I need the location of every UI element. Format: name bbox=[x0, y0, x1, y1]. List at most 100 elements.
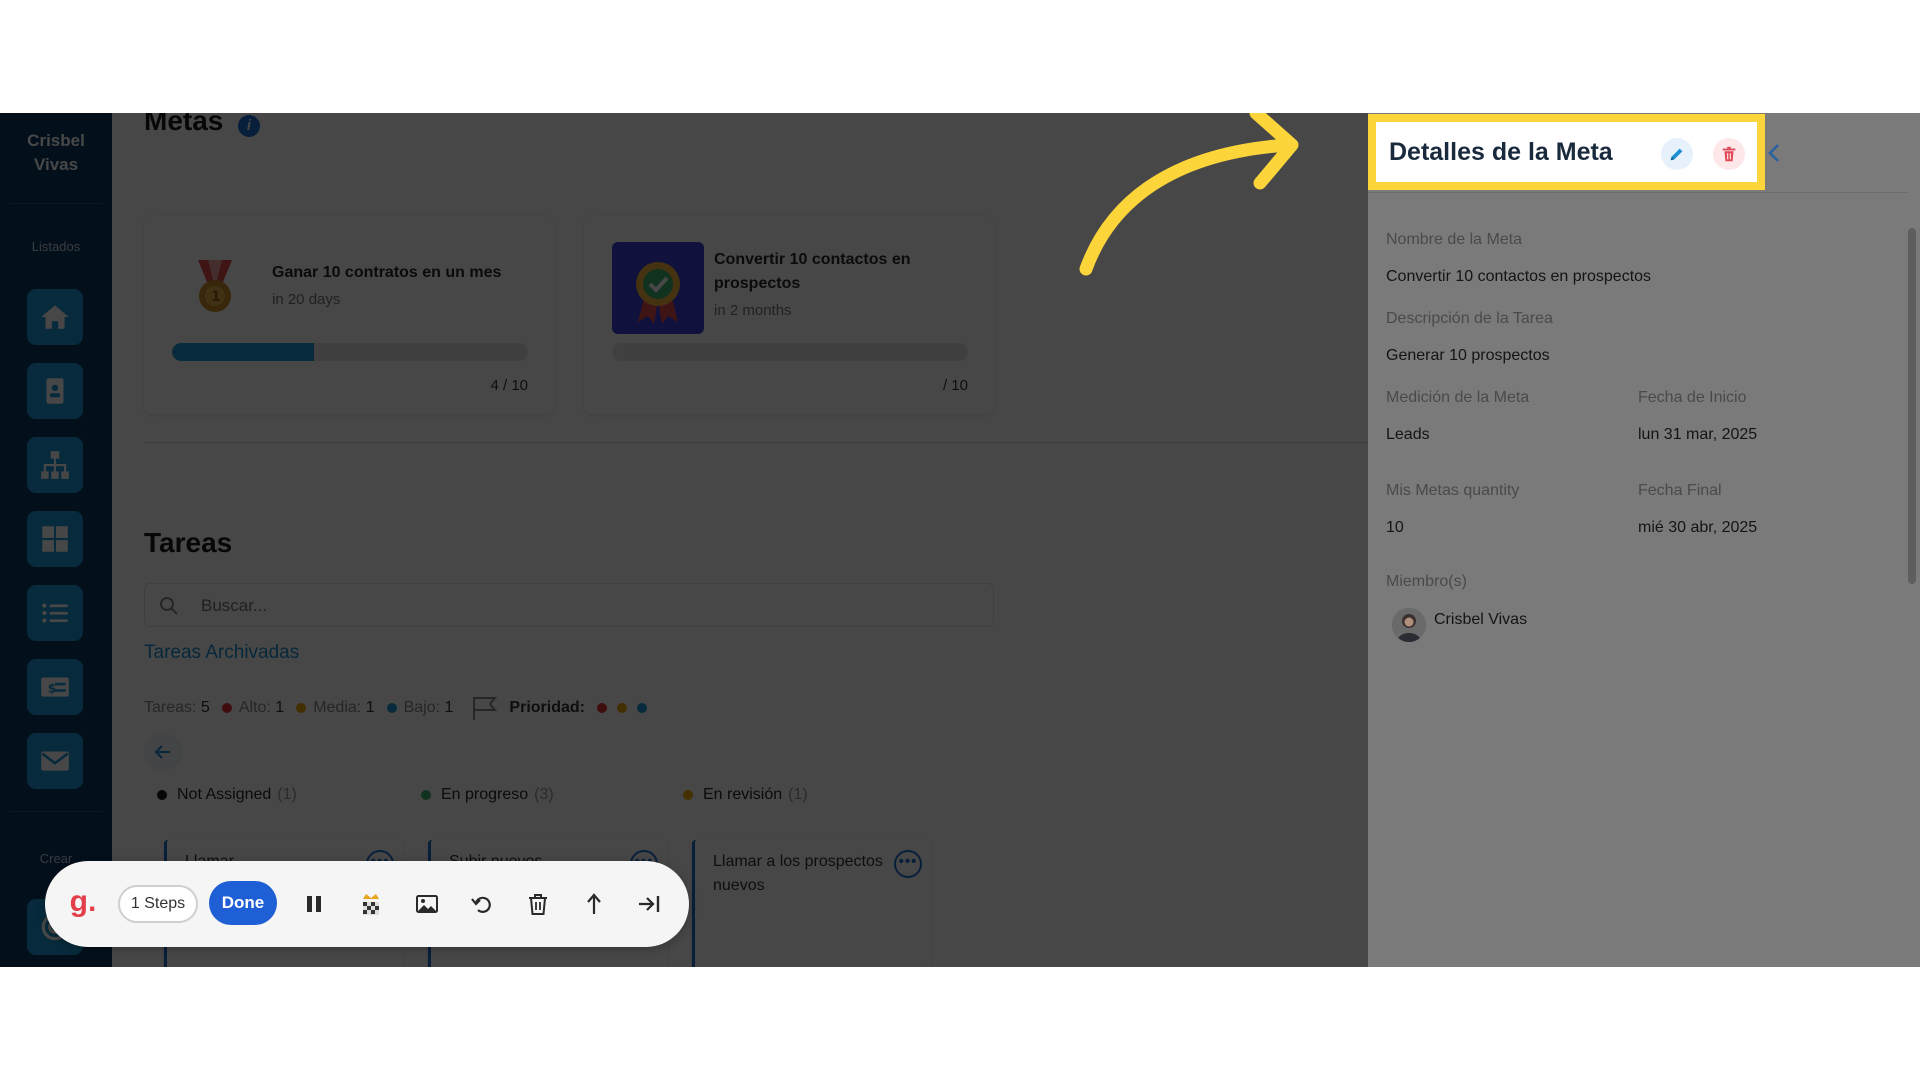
arrow-up-icon bbox=[587, 893, 601, 914]
sidebar-item-home[interactable] bbox=[27, 289, 83, 345]
start-date-value: lun 31 mar, 2025 bbox=[1638, 426, 1758, 443]
sidebar-item-mail[interactable] bbox=[27, 733, 83, 789]
blur-button[interactable] bbox=[352, 885, 390, 923]
pause-button[interactable] bbox=[295, 885, 333, 923]
goal-quantity-label: Mis Metas quantity bbox=[1386, 482, 1520, 499]
priority-medium-dot bbox=[296, 703, 307, 713]
column-en-revision: En revisión (1) bbox=[683, 786, 808, 804]
stats-bajo-count: 1 bbox=[444, 699, 454, 716]
sidebar-item-billing[interactable]: $ bbox=[27, 659, 83, 715]
delete-goal-button[interactable] bbox=[1713, 138, 1745, 170]
trash-button[interactable] bbox=[519, 885, 557, 923]
task-more-button[interactable]: ••• bbox=[894, 850, 922, 878]
chevron-close-icon[interactable] bbox=[1762, 141, 1786, 165]
priority-filter-low[interactable] bbox=[636, 703, 647, 713]
goal-title: Ganar 10 contratos en un mes bbox=[272, 264, 502, 281]
svg-text:1: 1 bbox=[211, 289, 221, 305]
stats-media-label: Media: bbox=[313, 699, 362, 716]
recorder-logo: g. bbox=[69, 885, 97, 918]
goal-count: / 10 bbox=[942, 377, 968, 394]
sidebar-user-name[interactable]: Crisbel Vivas bbox=[0, 129, 112, 177]
flag-icon bbox=[473, 697, 498, 720]
archived-tasks-link[interactable]: Tareas Archivadas bbox=[144, 642, 299, 664]
goal-details-panel: Nombre de la Meta Convertir 10 contactos… bbox=[1368, 113, 1920, 967]
trash-icon bbox=[529, 894, 547, 915]
goal-name-label: Nombre de la Meta bbox=[1386, 231, 1523, 248]
stats-bajo-label: Bajo: bbox=[403, 699, 441, 716]
panel-header-divider bbox=[1368, 192, 1908, 193]
goal-details-title-highlight: Detalles de la Meta bbox=[1368, 114, 1765, 190]
section-divider bbox=[144, 442, 1368, 443]
goal-measurement-value: Leads bbox=[1386, 426, 1430, 443]
recorder-toolbar: g. 1 Steps Done bbox=[45, 861, 689, 947]
pencil-icon bbox=[1670, 148, 1683, 161]
priority-filter-medium[interactable] bbox=[616, 703, 627, 713]
image-button[interactable] bbox=[408, 885, 446, 923]
award-badge-icon bbox=[612, 242, 704, 334]
board-back-button[interactable] bbox=[144, 733, 182, 771]
steps-counter[interactable]: 1 Steps bbox=[118, 885, 198, 923]
edit-goal-button[interactable] bbox=[1661, 138, 1693, 170]
image-icon bbox=[416, 895, 438, 913]
sidebar: Crisbel Vivas Listados $ Crear bbox=[0, 113, 112, 967]
column-label: En progreso bbox=[441, 786, 529, 803]
home-icon bbox=[41, 305, 69, 329]
done-button[interactable]: Done bbox=[209, 881, 277, 925]
end-date-label: Fecha Final bbox=[1638, 482, 1722, 499]
task-card[interactable]: Llamar a los prospectos nuevos ••• bbox=[692, 840, 932, 967]
invoice-icon: $ bbox=[41, 677, 69, 697]
user-first-name: Crisbel bbox=[27, 131, 85, 150]
stats-media-count: 1 bbox=[365, 699, 375, 716]
sidebar-item-contacts[interactable] bbox=[27, 363, 83, 419]
sidebar-item-organization[interactable] bbox=[27, 437, 83, 493]
task-search[interactable] bbox=[144, 583, 994, 627]
column-not-assigned: Not Assigned (1) bbox=[157, 786, 297, 804]
tutorial-arrow-icon bbox=[1079, 113, 1299, 276]
members-label: Miembro(s) bbox=[1386, 573, 1467, 590]
status-dot bbox=[421, 790, 431, 800]
search-icon bbox=[160, 597, 178, 615]
goal-due: in 20 days bbox=[272, 291, 341, 308]
goal-count: 4 / 10 bbox=[490, 377, 528, 394]
goal-card[interactable]: Convertir 10 contactos en prospectos in … bbox=[584, 216, 994, 414]
app-window: Crisbel Vivas Listados $ Crear Metas i 1… bbox=[0, 113, 1920, 967]
mail-icon bbox=[41, 751, 69, 771]
sidebar-item-dashboard[interactable] bbox=[27, 511, 83, 567]
sitemap-icon bbox=[41, 451, 69, 479]
column-count: (3) bbox=[534, 786, 554, 803]
goal-progress-bar bbox=[612, 343, 968, 361]
sidebar-divider bbox=[10, 203, 102, 204]
goal-description-value: Generar 10 prospectos bbox=[1386, 347, 1550, 364]
search-input[interactable] bbox=[201, 592, 961, 620]
grid-icon bbox=[42, 526, 68, 552]
goal-measurement-label: Medición de la Meta bbox=[1386, 389, 1530, 406]
skip-button[interactable] bbox=[630, 885, 668, 923]
column-count: (1) bbox=[277, 786, 297, 803]
tasks-title: Tareas bbox=[144, 527, 233, 558]
info-icon[interactable]: i bbox=[238, 115, 260, 137]
page-title: Metas bbox=[144, 113, 224, 136]
status-dot bbox=[683, 790, 693, 800]
skip-to-end-icon bbox=[639, 896, 660, 912]
share-button[interactable] bbox=[575, 885, 613, 923]
list-icon bbox=[42, 603, 68, 623]
undo-icon bbox=[471, 896, 491, 913]
panel-scrollbar[interactable] bbox=[1908, 228, 1916, 584]
stats-alto-label: Alto: bbox=[238, 699, 271, 716]
task-title: Llamar a los prospectos nuevos bbox=[713, 853, 883, 894]
stats-prioridad-label: Prioridad: bbox=[509, 699, 585, 716]
status-dot bbox=[157, 790, 167, 800]
column-label: Not Assigned bbox=[177, 786, 272, 803]
undo-button[interactable] bbox=[463, 885, 501, 923]
member-name[interactable]: Crisbel Vivas bbox=[1434, 611, 1527, 629]
priority-filter-high[interactable] bbox=[596, 703, 607, 713]
goal-card[interactable]: 1 Ganar 10 contratos en un mes in 20 day… bbox=[144, 216, 554, 414]
priority-high-dot bbox=[221, 703, 232, 713]
panel-title: Detalles de la Meta bbox=[1389, 138, 1613, 166]
goal-description-label: Descripción de la Tarea bbox=[1386, 310, 1553, 327]
stats-tareas-label: Tareas: bbox=[144, 699, 197, 716]
sidebar-item-lists[interactable] bbox=[27, 585, 83, 641]
start-date-label: Fecha de Inicio bbox=[1638, 389, 1747, 406]
medal-icon: 1 bbox=[198, 260, 232, 312]
goal-due: in 2 months bbox=[714, 302, 792, 319]
